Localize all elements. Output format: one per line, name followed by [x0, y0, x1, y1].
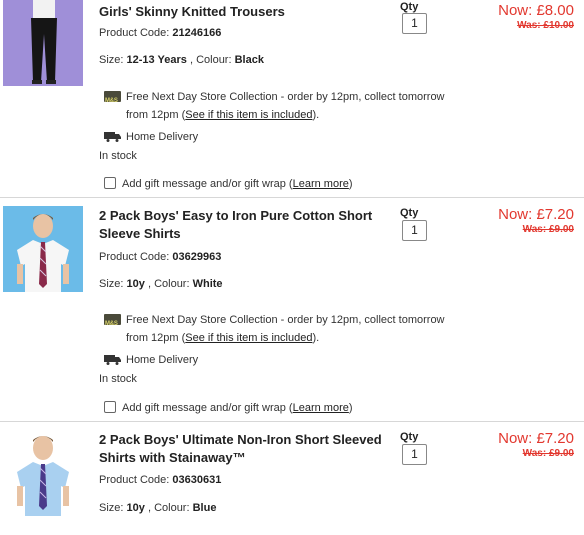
product-code: Product Code: 03629963 — [99, 251, 221, 263]
product-code: Product Code: 21246166 — [99, 27, 221, 39]
gift-checkbox[interactable] — [104, 401, 116, 413]
gift-text: Add gift message and/or gift wrap ( — [122, 178, 293, 190]
now-price: Now: £8.00 — [498, 2, 574, 19]
learn-more-link[interactable]: Learn more — [293, 178, 349, 190]
home-delivery-row: Home Delivery — [104, 351, 304, 369]
size-value: 10y — [126, 502, 145, 514]
store-collection-icon — [104, 314, 121, 333]
product-image[interactable] — [3, 430, 83, 516]
learn-more-link[interactable]: Learn more — [293, 402, 349, 414]
basket-item: 2 Pack Boys' Ultimate Non-Iron Short Sle… — [0, 422, 584, 535]
store-collection-text: Free Next Day Store Collection - order b… — [126, 91, 445, 103]
colour-value: Blue — [192, 502, 217, 514]
see-if-included-link[interactable]: See if this item is included — [185, 109, 312, 121]
home-delivery-row: Home Delivery — [104, 128, 304, 146]
home-delivery-text: Home Delivery — [126, 131, 199, 143]
basket-item: Girls' Skinny Knitted Trousers Product C… — [0, 0, 584, 196]
qty-input[interactable]: 1 — [402, 220, 427, 241]
qty-input[interactable]: 1 — [402, 13, 427, 34]
basket-item: 2 Pack Boys' Easy to Iron Pure Cotton Sh… — [0, 198, 584, 420]
stock-status: In stock — [99, 373, 137, 385]
product-title[interactable]: 2 Pack Boys' Easy to Iron Pure Cotton Sh… — [99, 207, 399, 243]
gift-checkbox[interactable] — [104, 177, 116, 189]
was-price: Was: £10.00 — [517, 20, 574, 31]
colour-label: , Colour: — [147, 502, 190, 514]
store-collection-text: Free Next Day Store Collection - order b… — [126, 314, 445, 326]
product-image[interactable] — [3, 0, 83, 86]
product-code-value: 21246166 — [172, 27, 222, 39]
size-label: Size: — [99, 502, 124, 514]
size-label: Size: — [99, 278, 124, 290]
product-title[interactable]: Girls' Skinny Knitted Trousers — [99, 3, 399, 21]
colour-label: , Colour: — [189, 54, 232, 66]
qty-label: Qty — [400, 1, 419, 13]
product-code-label: Product Code: — [99, 251, 170, 263]
was-price: Was: £9.00 — [522, 224, 574, 235]
product-code-label: Product Code: — [99, 474, 170, 486]
size-value: 12-13 Years — [126, 54, 187, 66]
was-price: Was: £9.00 — [522, 448, 574, 459]
qty-input[interactable]: 1 — [402, 444, 427, 465]
size-colour: Size: 12-13 Years , Colour: Black — [99, 54, 264, 66]
stock-status: In stock — [99, 150, 137, 162]
qty-label: Qty — [400, 207, 419, 219]
home-delivery-text: Home Delivery — [126, 354, 199, 366]
colour-value: White — [192, 278, 223, 290]
store-collection-note-pre: from 12pm ( — [126, 109, 186, 121]
colour-label: , Colour: — [147, 278, 190, 290]
qty-label: Qty — [400, 431, 419, 443]
delivery-van-icon — [104, 132, 121, 142]
product-image[interactable] — [3, 206, 83, 292]
product-code-value: 03629963 — [172, 251, 222, 263]
gift-close: ) — [348, 178, 353, 190]
store-collection-row: Free Next Day Store Collection - order b… — [104, 311, 504, 333]
colour-value: Black — [234, 54, 264, 66]
product-code-label: Product Code: — [99, 27, 170, 39]
store-collection-note: from 12pm (See if this item is included)… — [126, 332, 319, 344]
product-title[interactable]: 2 Pack Boys' Ultimate Non-Iron Short Sle… — [99, 431, 399, 467]
size-colour: Size: 10y , Colour: White — [99, 278, 223, 290]
size-label: Size: — [99, 54, 124, 66]
store-collection-icon — [104, 91, 121, 110]
size-colour: Size: 10y , Colour: Blue — [99, 502, 216, 514]
product-code: Product Code: 03630631 — [99, 474, 221, 486]
delivery-van-icon — [104, 355, 121, 365]
now-price: Now: £7.20 — [498, 430, 574, 447]
store-collection-note-post: ). — [312, 332, 320, 344]
gift-text: Add gift message and/or gift wrap ( — [122, 402, 293, 414]
gift-option: Add gift message and/or gift wrap (Learn… — [104, 401, 353, 414]
now-price: Now: £7.20 — [498, 206, 574, 223]
product-code-value: 03630631 — [172, 474, 222, 486]
size-value: 10y — [126, 278, 145, 290]
store-collection-row: Free Next Day Store Collection - order b… — [104, 88, 504, 110]
store-collection-note: from 12pm (See if this item is included)… — [126, 109, 319, 121]
store-collection-note-post: ). — [312, 109, 320, 121]
gift-option: Add gift message and/or gift wrap (Learn… — [104, 177, 353, 190]
store-collection-note-pre: from 12pm ( — [126, 332, 186, 344]
see-if-included-link[interactable]: See if this item is included — [185, 332, 312, 344]
gift-close: ) — [348, 402, 353, 414]
